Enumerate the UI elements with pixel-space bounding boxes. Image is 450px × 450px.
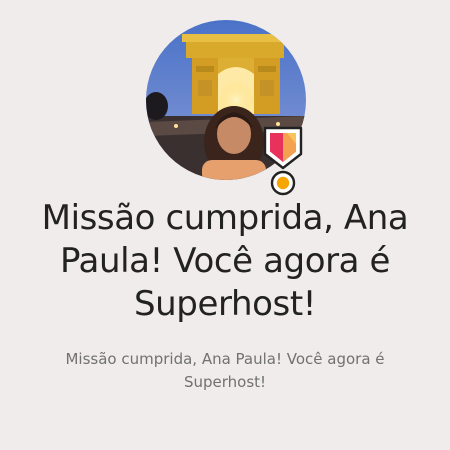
superhost-celebration-screen: Missão cumprida, Ana Paula! Você agora é… xyxy=(0,0,450,450)
subtitle-text: Missão cumprida, Ana Paula! Você agora é… xyxy=(65,350,385,391)
superhost-badge-icon xyxy=(261,124,305,200)
page-title: Missão cumprida, Ana Paula! Você agora é… xyxy=(41,198,409,324)
avatar-with-badge xyxy=(146,20,306,196)
